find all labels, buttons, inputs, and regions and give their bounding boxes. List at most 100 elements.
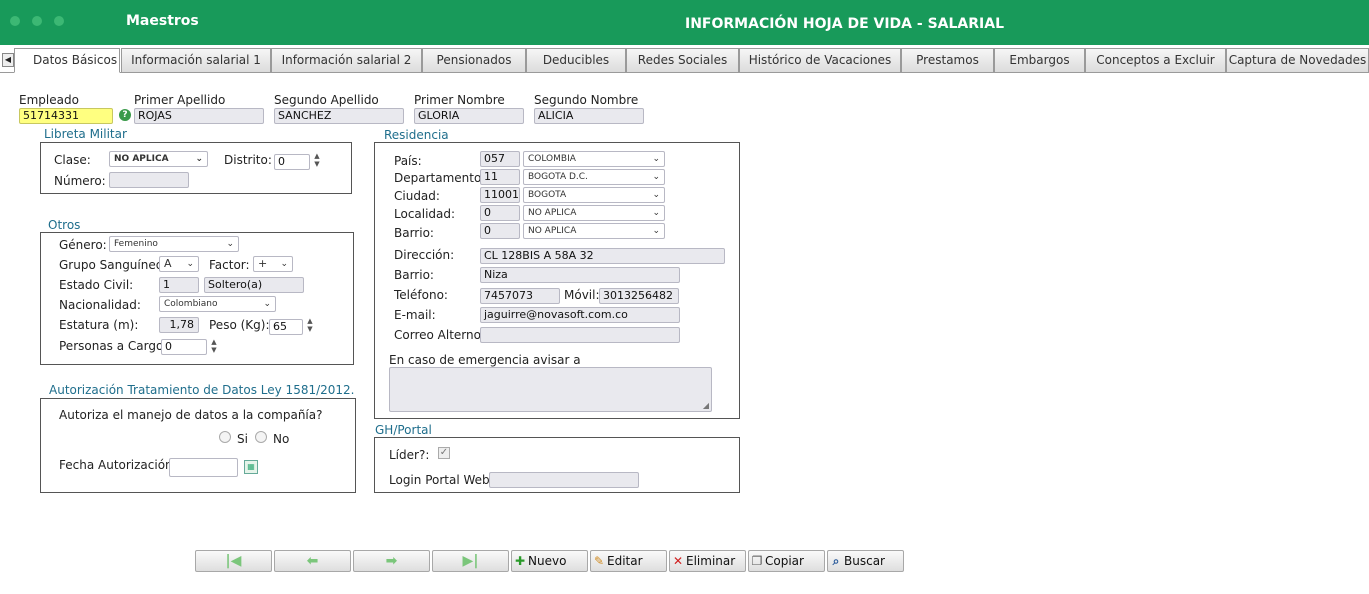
nacionalidad-select[interactable]: Colombiano ⌄ [159, 296, 276, 312]
login-portal-label: Login Portal Web: [389, 473, 494, 487]
lookup-help-icon[interactable]: ? [119, 109, 131, 121]
pais-label: País: [394, 154, 422, 168]
barrio2-field[interactable]: Niza [480, 267, 680, 283]
last-record-button[interactable]: ▶| [432, 550, 509, 572]
estatura-label: Estatura (m): [59, 318, 139, 332]
residencia-title: Residencia [384, 128, 449, 142]
correo-alterno-field[interactable] [480, 327, 680, 343]
nacionalidad-value: Colombiano [164, 299, 218, 309]
factor-select[interactable]: + ⌄ [253, 256, 293, 272]
barrio-value: NO APLICA [528, 226, 577, 236]
primer-nombre-field[interactable]: GLORIA [414, 108, 524, 124]
window-dot-icon [10, 16, 20, 26]
estado-civil-code[interactable]: 1 [159, 277, 199, 293]
peso-stepper-icon[interactable]: ▲ ▼ [306, 317, 314, 335]
tab-prestamos[interactable]: Prestamos [901, 48, 994, 73]
numero-field[interactable] [109, 172, 189, 188]
direccion-field[interactable]: CL 128BIS A 58A 32 [480, 248, 725, 264]
tab-deducibles[interactable]: Deducibles [526, 48, 626, 73]
departamento-label: Departamento: [394, 171, 486, 185]
localidad-select[interactable]: NO APLICA ⌄ [523, 205, 665, 221]
plus-icon: ✚ [514, 554, 526, 568]
clase-select[interactable]: NO APLICA ⌄ [109, 151, 208, 167]
tab-pensionados[interactable]: Pensionados [422, 48, 526, 73]
primer-apellido-field[interactable]: ROJAS [134, 108, 264, 124]
title-bar: Maestros INFORMACIÓN HOJA DE VIDA - SALA… [0, 0, 1369, 45]
tab-captura-novedades[interactable]: Captura de Novedades [1226, 48, 1369, 73]
pais-select[interactable]: COLOMBIA ⌄ [523, 151, 665, 167]
email-field[interactable]: jaguirre@novasoft.com.co [480, 307, 680, 323]
first-record-button[interactable]: |◀ [195, 550, 272, 572]
direccion-label: Dirección: [394, 248, 455, 262]
window-dot-icon [54, 16, 64, 26]
resize-handle-icon[interactable]: ◢ [703, 401, 709, 410]
distrito-field[interactable]: 0 [274, 154, 310, 170]
tab-historico-vacaciones[interactable]: Histórico de Vacaciones [739, 48, 901, 73]
genero-select[interactable]: Femenino ⌄ [109, 236, 239, 252]
email-label: E-mail: [394, 308, 436, 322]
buscar-button[interactable]: ⌕ Buscar [827, 550, 904, 572]
tab-embargos[interactable]: Embargos [994, 48, 1085, 73]
departamento-code[interactable]: 11 [480, 169, 520, 185]
pais-value: COLOMBIA [528, 154, 576, 164]
fecha-autorizacion-field[interactable] [169, 458, 238, 477]
barrio-code[interactable]: 0 [480, 223, 520, 239]
personas-stepper-icon[interactable]: ▲ ▼ [210, 338, 218, 356]
tab-datos-basicos-2[interactable]: Datos Básicos 2 [14, 48, 120, 73]
emergencia-textarea[interactable]: ◢ [389, 367, 712, 412]
estado-civil-field[interactable]: Soltero(a) [204, 277, 304, 293]
chevron-down-icon: ⌄ [652, 172, 660, 182]
ciudad-code[interactable]: 11001 [480, 187, 520, 203]
ciudad-select[interactable]: BOGOTA ⌄ [523, 187, 665, 203]
departamento-select[interactable]: BOGOTA D.C. ⌄ [523, 169, 665, 185]
ciudad-value: BOGOTA [528, 190, 567, 200]
editar-button[interactable]: ✎ Editar [590, 550, 667, 572]
previous-record-button[interactable]: ⬅ [274, 550, 351, 572]
correo-alterno-label: Correo Alterno: [394, 328, 485, 342]
personas-cargo-label: Personas a Cargo: [59, 339, 168, 353]
fecha-autorizacion-label: Fecha Autorización: [59, 458, 177, 472]
libreta-militar-title: Libreta Militar [44, 127, 127, 141]
next-record-button[interactable]: ➡ [353, 550, 430, 572]
segundo-apellido-field[interactable]: SANCHEZ [274, 108, 404, 124]
copiar-button[interactable]: ❐ Copiar [748, 550, 825, 572]
peso-field[interactable]: 65 [269, 319, 303, 335]
movil-field[interactable]: 3013256482 [599, 288, 679, 304]
localidad-value: NO APLICA [528, 208, 577, 218]
nuevo-button[interactable]: ✚ Nuevo [511, 550, 588, 572]
search-icon: ⌕ [832, 554, 840, 568]
calendar-icon[interactable]: ▦ [244, 460, 258, 474]
grupo-sanguineo-select[interactable]: A ⌄ [159, 256, 199, 272]
tab-informacion-salarial-2[interactable]: Información salarial 2 [271, 48, 422, 73]
telefono-field[interactable]: 7457073 [480, 288, 560, 304]
radio-si[interactable] [219, 431, 231, 443]
segundo-nombre-field[interactable]: ALICIA [534, 108, 644, 124]
pais-code[interactable]: 057 [480, 151, 520, 167]
barrio-select[interactable]: NO APLICA ⌄ [523, 223, 665, 239]
chevron-down-icon: ⌄ [226, 239, 234, 249]
tab-scroll-left-icon[interactable]: ◀ [2, 53, 14, 67]
estatura-field[interactable]: 1,78 [159, 317, 199, 333]
distrito-stepper-icon[interactable]: ▲ ▼ [313, 152, 321, 170]
chevron-down-icon: ⌄ [186, 259, 194, 269]
eliminar-button[interactable]: ✕ Eliminar [669, 550, 746, 572]
tab-bar: ◀ Datos Básicos 2 Información salarial 1… [0, 48, 1369, 73]
radio-no[interactable] [255, 431, 267, 443]
tab-conceptos-excluir[interactable]: Conceptos a Excluir [1085, 48, 1226, 73]
grupo-sanguineo-label: Grupo Sanguíneo: [59, 258, 168, 272]
arrow-right-icon: ➡ [385, 553, 398, 569]
login-portal-field[interactable] [489, 472, 639, 488]
lider-checkbox[interactable]: ✓ [438, 447, 450, 459]
personas-cargo-field[interactable]: 0 [161, 339, 207, 355]
nacionalidad-label: Nacionalidad: [59, 298, 141, 312]
chevron-down-icon: ⌄ [195, 154, 203, 164]
tab-informacion-salarial-1[interactable]: Información salarial 1 [121, 48, 271, 73]
movil-label: Móvil: [564, 288, 600, 302]
tab-redes-sociales[interactable]: Redes Sociales [626, 48, 739, 73]
chevron-down-icon: ⌄ [652, 190, 660, 200]
segundo-nombre-label: Segundo Nombre [534, 93, 639, 107]
grupo-value: A [164, 257, 172, 270]
telefono-label: Teléfono: [394, 288, 448, 302]
localidad-code[interactable]: 0 [480, 205, 520, 221]
empleado-field[interactable]: 51714331 [19, 108, 113, 124]
